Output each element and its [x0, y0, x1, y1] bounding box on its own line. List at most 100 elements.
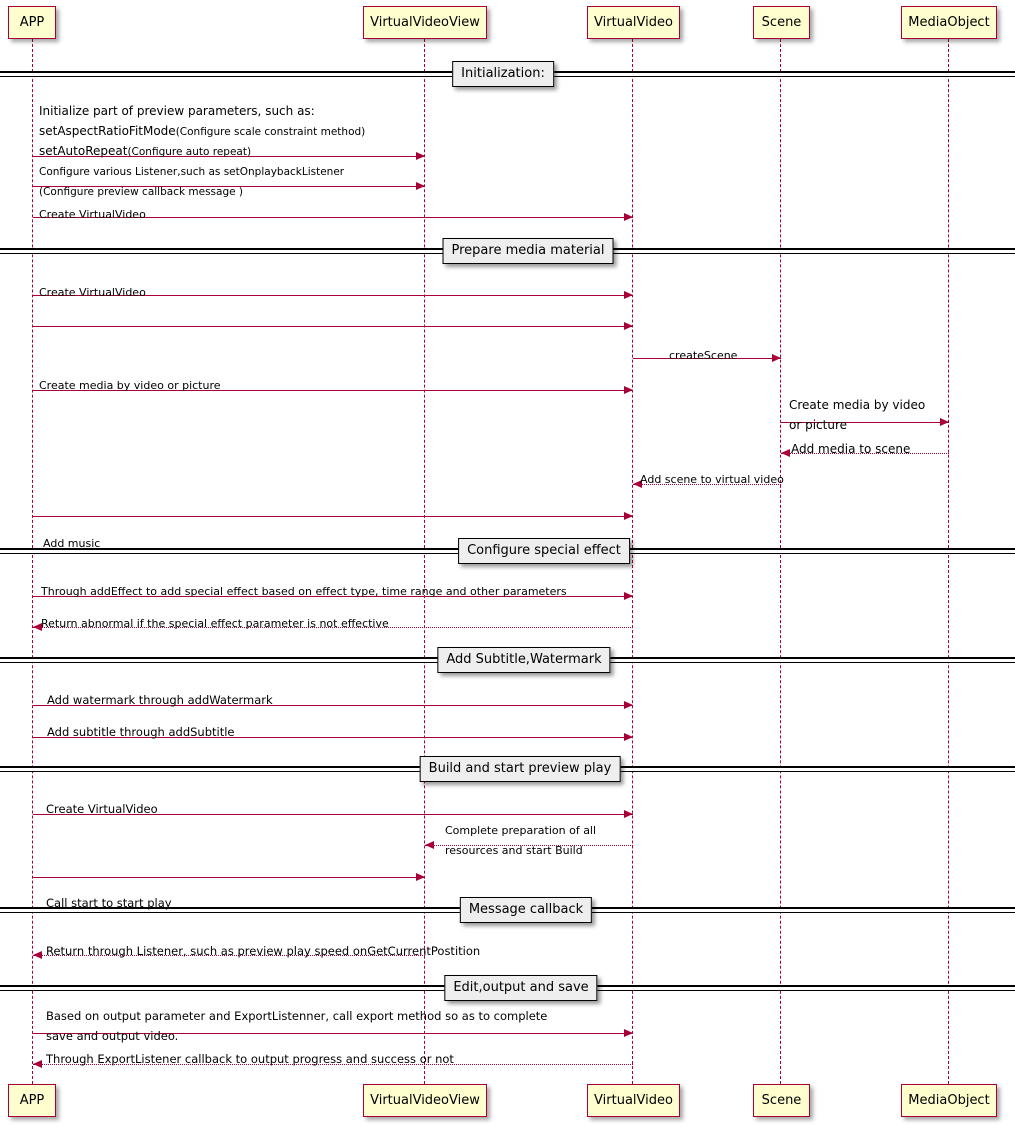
message-label-text: Create VirtualVideo — [39, 286, 146, 299]
message-line-m5 — [33, 326, 633, 327]
participant-label: MediaObject — [908, 15, 990, 30]
participant-scene-bottom[interactable]: Scene — [753, 1084, 810, 1117]
message-label-m13: Return abnormal if the special effect pa… — [41, 612, 389, 632]
lifeline-video — [632, 39, 634, 1084]
participant-app-top[interactable]: APP — [8, 6, 56, 39]
message-label-line: (Configure preview callback message ) — [39, 180, 344, 200]
message-label-line: Add music — [43, 532, 100, 552]
message-label-line: Add scene to virtual video — [640, 468, 784, 488]
message-label-line: Create VirtualVideo — [46, 798, 158, 818]
message-label-m6: createScene — [669, 344, 737, 364]
message-label-line: Call start to start play — [46, 892, 172, 912]
message-label-text: Call start to start play — [46, 896, 172, 910]
sequence-diagram-canvas: APP APP VirtualVideoView VirtualVideoView Vi… — [0, 0, 1015, 1125]
message-line-m18 — [33, 877, 425, 878]
message-label-m3: Create VirtualVideo — [39, 203, 146, 223]
arrowhead-m3 — [624, 213, 633, 221]
divider-label-initialization: Initialization: — [452, 61, 554, 87]
message-label-m1: Initialize part of preview parameters, s… — [39, 100, 365, 160]
message-label-text: Complete preparation of all — [445, 824, 597, 837]
message-label-text: (Configure auto repeat) — [127, 146, 252, 158]
arrowhead-m1 — [416, 152, 425, 160]
arrowhead-m16 — [624, 810, 633, 818]
arrowhead-m17 — [425, 841, 434, 849]
message-label-line: Based on output parameter and ExportList… — [46, 1005, 547, 1025]
message-label-m8: Create media by video or picture — [789, 394, 925, 434]
lifeline-app — [32, 39, 34, 1084]
message-label-m7: Create media by video or picture — [39, 374, 221, 394]
message-label-text: or picture — [789, 418, 848, 432]
message-label-text: Create media by video — [789, 398, 926, 412]
message-label-m14: Add watermark through addWatermark — [47, 689, 273, 709]
arrowhead-m6 — [772, 354, 781, 362]
divider-label-edit-output: Edit,output and save — [444, 975, 598, 1001]
participant-view-bottom[interactable]: VirtualVideoView — [363, 1084, 487, 1117]
message-label-text: Add media to scene — [791, 442, 911, 456]
message-label-text: Return abnormal if the special effect pa… — [41, 617, 389, 630]
lifeline-view — [424, 39, 426, 1084]
message-label-text: Add watermark through addWatermark — [47, 693, 273, 707]
participant-video-top[interactable]: VirtualVideo — [587, 6, 680, 39]
message-label-m18: Call start to start play — [46, 892, 172, 912]
message-label-line: Complete preparation of all — [445, 819, 596, 839]
participant-label: VirtualVideo — [594, 1093, 673, 1108]
participant-label: MediaObject — [908, 1093, 990, 1108]
message-label-m21: Through ExportListener callback to outpu… — [46, 1048, 454, 1068]
participant-label: VirtualVideo — [594, 15, 673, 30]
participant-mediaobject-top[interactable]: MediaObject — [901, 6, 997, 39]
message-label-m9: Add media to scene — [791, 438, 910, 458]
message-label-m11: Add music — [43, 532, 100, 552]
message-label-line: createScene — [669, 344, 737, 364]
message-label-line: setAspectRatioFitMode(Configure scale co… — [39, 120, 365, 140]
message-label-text: save and output video. — [46, 1029, 179, 1043]
arrowhead-m12 — [624, 592, 633, 600]
participant-video-bottom[interactable]: VirtualVideo — [587, 1084, 680, 1117]
message-label-line: Through addEffect to add special effect … — [41, 580, 567, 600]
arrowhead-m5 — [624, 322, 633, 330]
message-label-line: resources and start Build — [445, 839, 596, 859]
message-label-line: or picture — [789, 414, 925, 434]
divider-label-build-preview: Build and start preview play — [419, 756, 621, 782]
message-label-m20: Based on output parameter and ExportList… — [46, 1005, 547, 1045]
message-line-m11 — [33, 516, 633, 517]
message-label-line: Create VirtualVideo — [39, 203, 146, 223]
arrowhead-m19 — [33, 951, 42, 959]
message-label-text: Return through Listener, such as preview… — [46, 944, 481, 958]
participant-app-bottom[interactable]: APP — [8, 1084, 56, 1117]
divider-label-subtitle: Add Subtitle,Watermark — [437, 647, 611, 673]
message-label-line: Create VirtualVideo — [39, 281, 146, 301]
message-label-text: Create VirtualVideo — [39, 208, 146, 221]
message-label-m10: Add scene to virtual video — [640, 468, 784, 488]
participant-label: VirtualVideoView — [370, 1093, 480, 1108]
message-label-line: Configure various Listener,such as setOn… — [39, 160, 344, 180]
message-label-m2: Configure various Listener,such as setOn… — [39, 160, 344, 200]
message-label-line: Add watermark through addWatermark — [47, 689, 273, 709]
message-label-line: Create media by video — [789, 394, 925, 414]
message-label-line: Initialize part of preview parameters, s… — [39, 100, 365, 120]
participant-scene-top[interactable]: Scene — [753, 6, 810, 39]
message-label-text: Create VirtualVideo — [46, 802, 158, 816]
arrowhead-m18 — [416, 873, 425, 881]
message-label-text: Through addEffect to add special effect … — [41, 585, 567, 598]
message-label-text: (Configure preview callback message ) — [39, 186, 244, 198]
arrowhead-m14 — [624, 701, 633, 709]
message-label-text: Add subtitle through addSubtitle — [47, 725, 235, 739]
participant-mediaobject-bottom[interactable]: MediaObject — [901, 1084, 997, 1117]
message-label-text: resources and start Build — [445, 844, 583, 857]
message-label-line: Add subtitle through addSubtitle — [47, 721, 235, 741]
message-label-text: Through ExportListener callback to outpu… — [46, 1052, 454, 1066]
message-label-text: setAspectRatioFitMode — [39, 124, 176, 138]
participant-view-top[interactable]: VirtualVideoView — [363, 6, 487, 39]
message-label-line: Add media to scene — [791, 438, 910, 458]
divider-label-prepare-media: Prepare media material — [442, 238, 614, 264]
message-label-text: Initialize part of preview parameters, s… — [39, 104, 315, 118]
message-label-text: Configure various Listener,such as setOn… — [39, 166, 345, 178]
arrowhead-m9 — [781, 449, 790, 457]
divider-label-message-callback: Message callback — [459, 897, 593, 923]
message-label-text: createScene — [669, 349, 738, 362]
message-label-text: Add music — [43, 537, 101, 550]
lifeline-scene — [780, 39, 782, 1084]
message-label-m19: Return through Listener, such as preview… — [46, 940, 480, 960]
participant-label: Scene — [761, 15, 802, 30]
message-label-text: setAutoRepeat — [39, 144, 128, 158]
